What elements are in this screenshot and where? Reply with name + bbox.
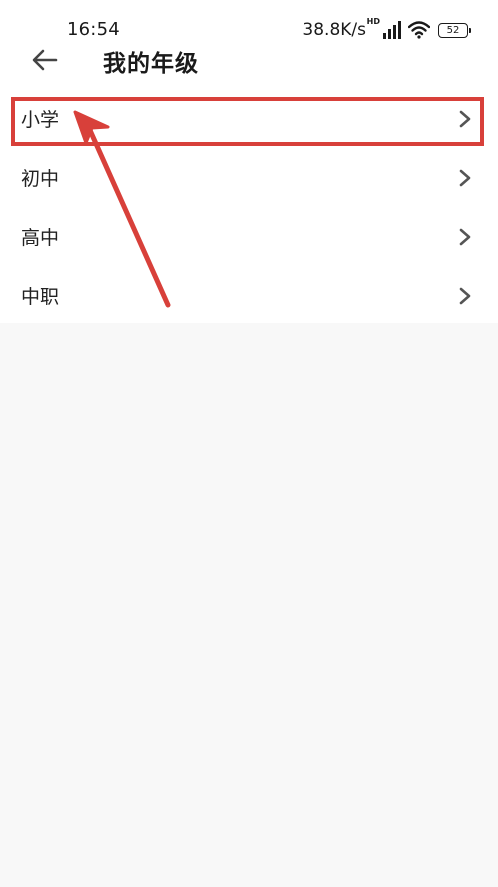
chevron-right-icon [459,228,471,245]
top-area: 16:54 38.8K/s HD 52 我的年级 [0,0,498,89]
network-speed: 38.8K/s HD [302,17,380,40]
battery-icon: 52 [438,22,471,38]
grade-item-label: 小学 [21,109,60,131]
hd-mark: HD [366,17,380,26]
signal-icon [383,21,401,39]
chevron-right-icon [459,169,471,186]
grade-item-label: 中职 [21,286,60,308]
grade-item-label: 高中 [21,227,60,249]
grade-item-junior-high[interactable]: 初中 [0,148,498,207]
grade-item-label: 初中 [21,168,60,190]
grade-item-senior-high[interactable]: 高中 [0,207,498,266]
status-icons: 38.8K/s HD 52 [302,17,471,42]
chevron-right-icon [459,110,471,127]
status-bar: 16:54 38.8K/s HD 52 [0,0,498,40]
chevron-right-icon [459,287,471,304]
wifi-icon [408,21,430,39]
grade-item-vocational[interactable]: 中职 [0,266,498,325]
back-arrow-icon [32,49,58,71]
grade-item-primary[interactable]: 小学 [0,89,498,148]
page-title: 我的年级 [103,51,199,77]
battery-level: 52 [446,24,460,36]
back-button[interactable] [30,45,60,75]
grade-list: 小学 初中 高中 中职 [0,89,498,323]
header: 我的年级 [0,40,498,85]
status-time: 16:54 [67,19,120,40]
network-speed-value: 38.8K/s [302,20,366,40]
